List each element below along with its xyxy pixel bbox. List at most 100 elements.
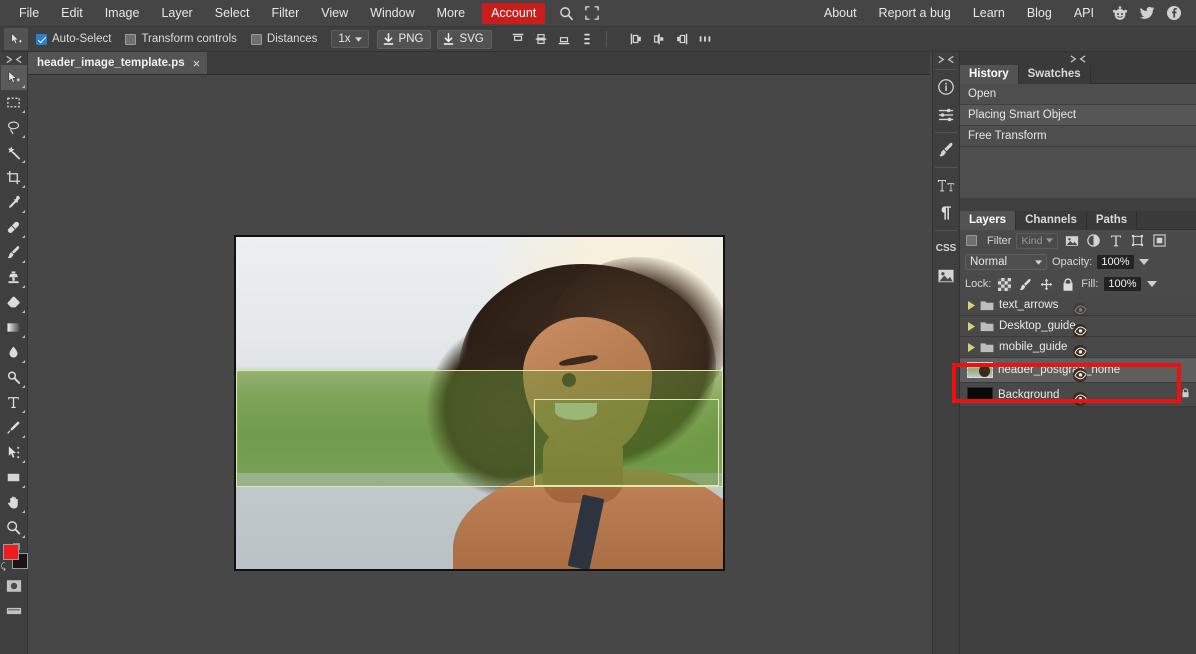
paragraph-pilcrow-icon[interactable]: [933, 199, 959, 227]
color-swatches[interactable]: ⤹: [1, 543, 28, 573]
hand-tool[interactable]: [1, 490, 27, 515]
lock-all-icon[interactable]: [1060, 277, 1075, 292]
tab-paths[interactable]: Paths: [1086, 211, 1138, 230]
menu-filter[interactable]: Filter: [260, 2, 310, 25]
align-left-icon[interactable]: [626, 30, 646, 49]
distances-check-box[interactable]: [250, 33, 262, 45]
layer-row-mobile-guide[interactable]: mobile_guide: [960, 337, 1196, 361]
lasso-tool[interactable]: [1, 115, 27, 140]
move-tool-icon[interactable]: [4, 28, 28, 50]
distances-checkbox[interactable]: Distances: [250, 33, 317, 45]
canvas-area[interactable]: [28, 75, 930, 654]
facebook-icon[interactable]: [1162, 2, 1186, 24]
panels-collapse-icon[interactable]: [960, 52, 1196, 65]
mobile-guide-overlay[interactable]: [534, 399, 720, 486]
brush-tool[interactable]: [1, 240, 27, 265]
css-icon[interactable]: CSS: [933, 234, 959, 262]
layer-row-text-arrows[interactable]: text_arrows: [960, 295, 1196, 319]
chevron-right-icon[interactable]: [967, 341, 975, 353]
brush-icon[interactable]: [933, 136, 959, 164]
zoom-tool[interactable]: [1, 515, 27, 540]
menu-image[interactable]: Image: [94, 2, 151, 25]
menu-window[interactable]: Window: [359, 2, 425, 25]
layer-row-desktop-guide[interactable]: Desktop_guide: [960, 316, 1196, 340]
menu-layer[interactable]: Layer: [150, 2, 203, 25]
link-about[interactable]: About: [813, 2, 868, 25]
eye-icon[interactable]: [1072, 391, 1089, 408]
distribute-vertical-icon[interactable]: [577, 30, 597, 49]
character-tt-icon[interactable]: [933, 171, 959, 199]
clone-stamp-tool[interactable]: [1, 265, 27, 290]
history-item[interactable]: Free Transform: [960, 126, 1196, 147]
menu-edit[interactable]: Edit: [50, 2, 94, 25]
gradient-tool[interactable]: [1, 315, 27, 340]
account-button[interactable]: Account: [482, 2, 546, 24]
search-icon[interactable]: [555, 2, 577, 24]
align-center-icon[interactable]: [649, 30, 669, 49]
eraser-tool[interactable]: [1, 290, 27, 315]
document-tab[interactable]: header_image_template.ps ×: [28, 52, 209, 74]
healing-brush-tool[interactable]: [1, 215, 27, 240]
link-learn[interactable]: Learn: [962, 2, 1016, 25]
twitter-icon[interactable]: [1135, 2, 1159, 24]
align-right-icon[interactable]: [672, 30, 692, 49]
menu-file[interactable]: File: [8, 2, 50, 25]
transform-controls-checkbox[interactable]: Transform controls: [125, 33, 237, 45]
info-circle-icon[interactable]: [933, 73, 959, 101]
layer-row-background[interactable]: Background: [960, 383, 1196, 408]
move-tool[interactable]: [0, 65, 27, 90]
filter-smart-object-icon[interactable]: [1151, 233, 1168, 249]
fullscreen-icon[interactable]: [581, 2, 603, 24]
path-select-tool[interactable]: [1, 440, 27, 465]
lock-image-pixels-icon[interactable]: [1018, 277, 1033, 292]
type-tool[interactable]: [1, 390, 27, 415]
filter-adjustment-icon[interactable]: [1085, 233, 1102, 249]
eye-icon[interactable]: [1072, 366, 1089, 383]
filter-kind-select[interactable]: Kind: [1016, 232, 1059, 249]
link-blog[interactable]: Blog: [1016, 2, 1063, 25]
lock-transparent-pixels-icon[interactable]: [997, 277, 1012, 292]
transform-controls-check-box[interactable]: [125, 33, 137, 45]
filter-type-icon[interactable]: [1107, 233, 1124, 249]
opacity-slider-toggle[interactable]: [1138, 259, 1149, 265]
fill-value[interactable]: 100%: [1104, 277, 1141, 291]
image-icon[interactable]: [933, 262, 959, 290]
auto-select-check-box[interactable]: [36, 33, 47, 45]
crop-tool[interactable]: [1, 165, 27, 190]
history-item[interactable]: Placing Smart Object: [960, 105, 1196, 126]
menu-view[interactable]: View: [310, 2, 359, 25]
distribute-horizontal-icon[interactable]: [695, 30, 715, 49]
opacity-value[interactable]: 100%: [1097, 255, 1134, 269]
toolbar-collapse-icon[interactable]: [1, 53, 27, 65]
artboard[interactable]: [234, 235, 725, 571]
history-item[interactable]: Open: [960, 84, 1196, 105]
close-icon[interactable]: ×: [193, 57, 201, 70]
layer-row-header-postgrad-home[interactable]: header_postgrad_home: [960, 358, 1196, 383]
sliders-icon[interactable]: [933, 101, 959, 129]
blur-tool[interactable]: [1, 340, 27, 365]
swap-colors-icon[interactable]: ⤹: [1, 561, 6, 572]
rail-collapse-icon[interactable]: [933, 52, 959, 66]
align-top-icon[interactable]: [508, 30, 528, 49]
pen-tool[interactable]: [1, 415, 27, 440]
tab-history[interactable]: History: [960, 65, 1019, 84]
quick-mask-toggle[interactable]: [1, 573, 27, 598]
magic-wand-tool[interactable]: [1, 140, 27, 165]
chevron-right-icon[interactable]: [967, 299, 975, 311]
link-report-a-bug[interactable]: Report a bug: [868, 2, 962, 25]
fill-slider-toggle[interactable]: [1146, 281, 1157, 287]
menu-select[interactable]: Select: [204, 2, 261, 25]
layer-thumbnail[interactable]: [967, 362, 993, 378]
screen-mode-toggle[interactable]: [1, 598, 27, 623]
menu-more[interactable]: More: [426, 2, 476, 25]
export-svg-button[interactable]: SVG: [437, 29, 492, 49]
tab-layers[interactable]: Layers: [960, 211, 1017, 230]
tab-channels[interactable]: Channels: [1016, 211, 1087, 230]
chevron-right-icon[interactable]: [967, 320, 975, 332]
align-middle-icon[interactable]: [531, 30, 551, 49]
tab-swatches[interactable]: Swatches: [1018, 65, 1091, 84]
align-bottom-icon[interactable]: [554, 30, 574, 49]
dodge-tool[interactable]: [1, 365, 27, 390]
foreground-color-swatch[interactable]: [2, 544, 19, 560]
zoom-level-select[interactable]: 1x: [331, 30, 369, 48]
